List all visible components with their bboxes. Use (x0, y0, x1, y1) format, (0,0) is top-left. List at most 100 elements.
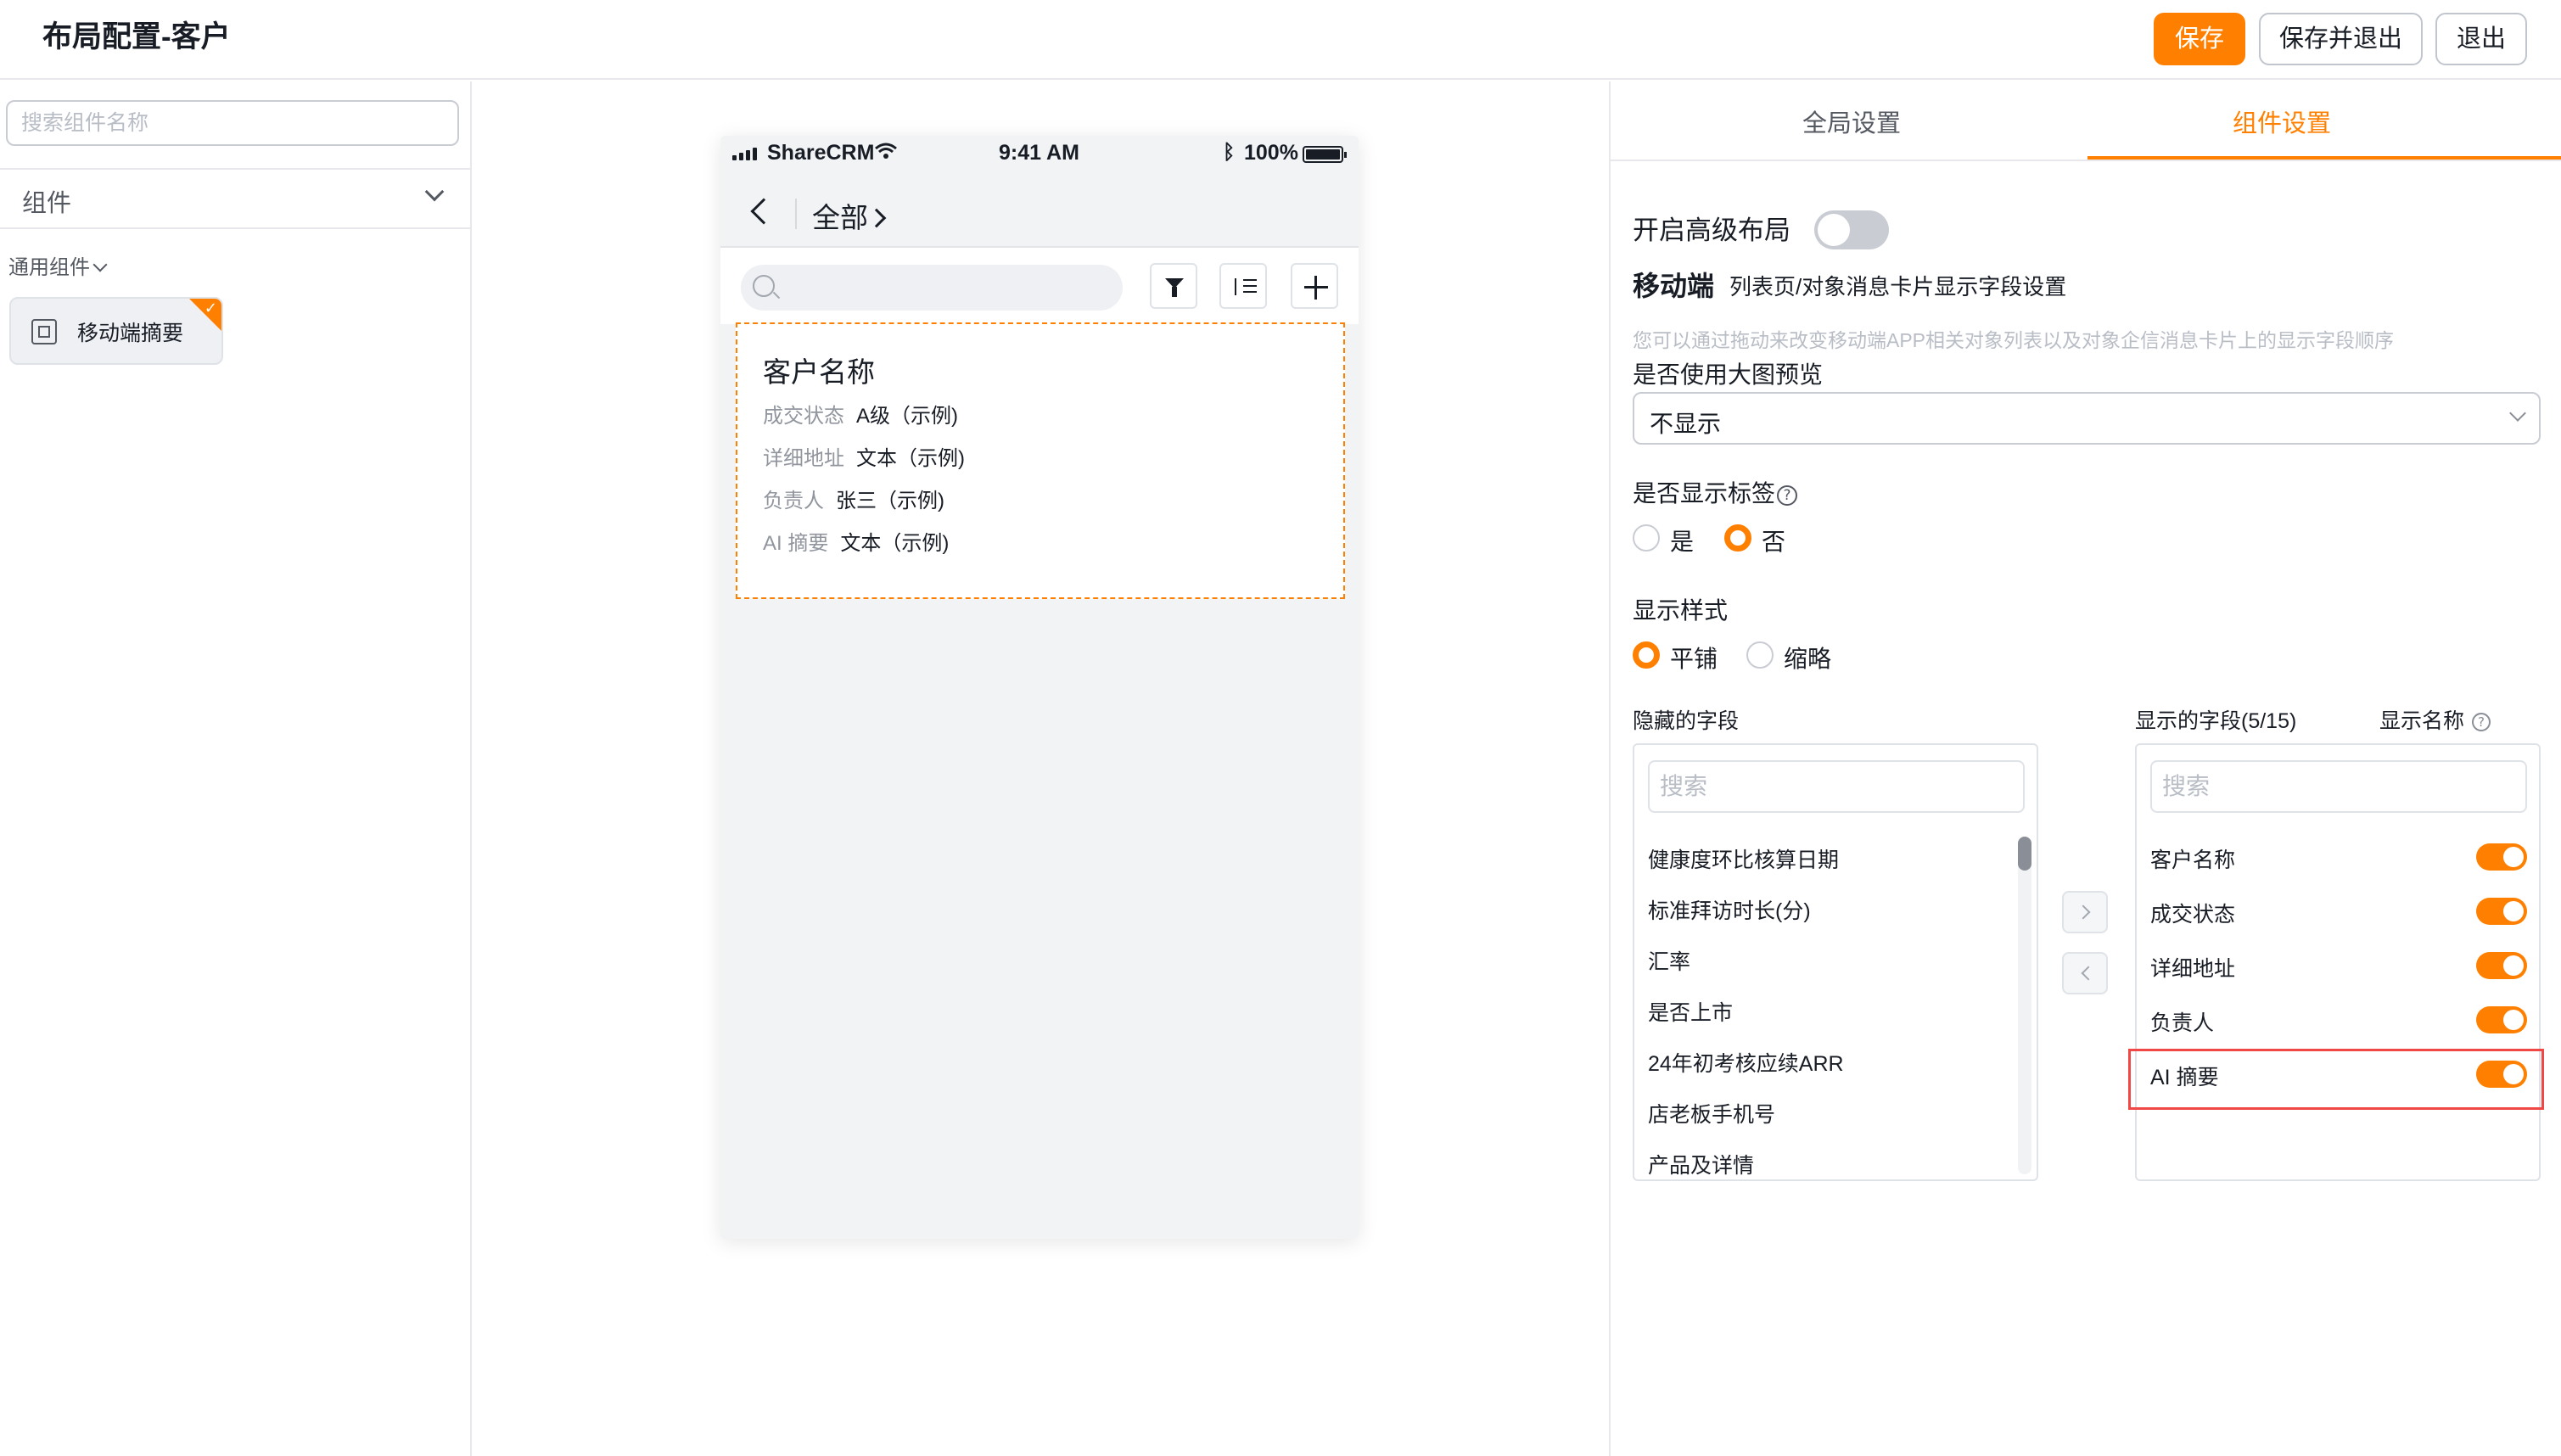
component-icon (31, 319, 57, 344)
filter-button (1150, 263, 1197, 309)
card-field-row: 成交状态 A级（示例) (763, 399, 958, 428)
display-style-label: 显示样式 (1633, 597, 1729, 624)
exit-button[interactable]: 退出 (2435, 13, 2527, 65)
nav-title: 全部 (812, 195, 887, 236)
shown-field-row[interactable]: 客户名称 (2137, 832, 2539, 886)
shown-field-label: 客户名称 (2150, 848, 2236, 872)
chevron-right-icon (2076, 904, 2091, 920)
shown-field-row[interactable]: 负责人 (2137, 994, 2539, 1049)
help-icon[interactable]: ? (2471, 713, 2491, 732)
radio-style-thumbnail[interactable] (1746, 641, 1774, 669)
divider (0, 227, 472, 229)
show-name-toggle[interactable] (2476, 898, 2527, 925)
list-item[interactable]: 健康度环比核算日期 (1648, 843, 1839, 874)
large-preview-select[interactable]: 不显示 (1633, 392, 2541, 445)
card-field-key: AI 摘要 (763, 532, 829, 555)
battery-icon (1303, 146, 1347, 163)
summary-card-preview[interactable]: 客户名称 成交状态 A级（示例) 详细地址 文本（示例) 负责人 张三（示例) AI … (736, 322, 1345, 599)
back-icon (750, 198, 777, 225)
filter-icon (1165, 278, 1184, 297)
add-button (1291, 263, 1338, 309)
chevron-down-icon (92, 257, 108, 272)
component-type-label: 组件 (22, 190, 72, 217)
toggle-knob (2503, 1010, 2524, 1030)
list-item[interactable]: 标准拜访时长(分) (1648, 894, 1811, 925)
card-field-row: 负责人 张三（示例) (763, 484, 944, 513)
large-preview-label: 是否使用大图预览 (1633, 361, 1824, 388)
list-item[interactable]: 是否上市 (1648, 996, 1733, 1027)
list-item[interactable]: 汇率 (1648, 945, 1690, 976)
radio-show-tags-no[interactable] (1724, 524, 1751, 552)
shown-fields-heading: 显示的字段(5/15) (2135, 709, 2297, 733)
card-field-row: 详细地址 文本（示例) (763, 441, 965, 471)
tab-component-settings[interactable]: 组件设置 (2233, 104, 2331, 139)
shown-field-row[interactable]: 详细地址 (2137, 940, 2539, 994)
save-button[interactable]: 保存 (2154, 13, 2245, 65)
help-icon[interactable]: ? (1777, 484, 1798, 506)
phone-nav-bar: 全部 (720, 170, 1359, 246)
component-group-toggle[interactable]: 通用组件 (8, 250, 108, 280)
highlight-frame (2128, 1049, 2544, 1110)
advanced-layout-label: 开启高级布局 (1633, 216, 1790, 245)
toggle-knob (2503, 901, 2524, 921)
carrier-name: ShareCRM (767, 141, 875, 165)
scrollbar[interactable] (2018, 837, 2031, 1174)
scrollbar-thumb[interactable] (2018, 837, 2031, 871)
component-card-mobile-summary[interactable]: 移动端摘要 ✓ (9, 297, 223, 365)
card-field-value: 文本（示例) (840, 532, 950, 555)
shown-fields-list: 客户名称 成交状态 详细地址 负责人 AI 摘要 (2135, 743, 2541, 1181)
nav-title-text: 全部 (812, 202, 868, 233)
large-preview-value: 不显示 (1650, 411, 1722, 437)
list-item[interactable]: 店老板手机号 (1648, 1098, 1775, 1128)
advanced-layout-toggle[interactable] (1814, 210, 1889, 249)
shown-field-label: 成交状态 (2150, 903, 2236, 927)
sort-icon (1233, 277, 1257, 297)
sort-button (1219, 263, 1267, 309)
radio-style-tile[interactable] (1633, 641, 1660, 669)
card-field-key: 成交状态 (763, 405, 844, 428)
settings-tabs: 全局设置 组件设置 (1611, 81, 2561, 161)
mobile-section-subtitle: 列表页/对象消息卡片显示字段设置 (1729, 274, 2067, 300)
check-icon: ✓ (204, 300, 217, 317)
move-right-button[interactable] (2062, 891, 2108, 933)
tab-global-settings[interactable]: 全局设置 (1802, 104, 1901, 139)
show-name-heading-text: 显示名称 (2379, 709, 2465, 733)
card-field-value: A级（示例) (856, 405, 958, 428)
show-name-toggle[interactable] (2476, 952, 2527, 979)
shown-fields-search-input[interactable] (2150, 760, 2527, 813)
show-name-toggle[interactable] (2476, 1006, 2527, 1033)
card-field-row: AI 摘要 文本（示例) (763, 526, 949, 556)
show-name-toggle[interactable] (2476, 843, 2527, 871)
bluetooth-icon: ᛒ (1223, 140, 1236, 164)
shown-field-row[interactable]: 成交状态 (2137, 886, 2539, 940)
active-tab-indicator (2087, 156, 2561, 160)
mobile-section-title: 移动端 (1633, 271, 1715, 301)
chevron-right-icon (866, 208, 887, 228)
save-and-exit-button[interactable]: 保存并退出 (2259, 13, 2423, 65)
toggle-knob (2503, 847, 2524, 867)
shown-field-label: 负责人 (2150, 1011, 2215, 1035)
card-field-key: 负责人 (763, 490, 824, 512)
phone-search-box (741, 265, 1123, 311)
radio-label: 缩略 (1784, 646, 1832, 672)
component-type-select[interactable]: 组件 (0, 170, 472, 226)
phone-preview: ShareCRM 9:41 AM ᛒ 100% 全部 客户名称 成交状态 A级（示 (720, 136, 1359, 1239)
list-item[interactable]: 产品及详情 (1648, 1149, 1754, 1179)
component-search-input[interactable] (6, 100, 459, 146)
search-icon (753, 275, 775, 297)
show-name-heading: 显示名称 ? (2379, 704, 2491, 735)
phone-toolbar (720, 248, 1359, 324)
hidden-fields-heading: 隐藏的字段 (1633, 709, 1740, 733)
list-item[interactable]: 24年初考核应续ARR (1648, 1047, 1844, 1078)
move-left-button[interactable] (2062, 952, 2108, 994)
card-title: 客户名称 (763, 356, 875, 388)
phone-status-bar: ShareCRM 9:41 AM ᛒ 100% (720, 136, 1359, 170)
drag-order-hint: 您可以通过拖动来改变移动端APP相关对象列表以及对象企信消息卡片上的显示字段顺序 (1633, 329, 2395, 351)
radio-show-tags-yes[interactable] (1633, 524, 1660, 552)
card-field-key: 详细地址 (763, 447, 844, 470)
radio-label: 平铺 (1670, 646, 1718, 672)
hidden-fields-search-input[interactable] (1648, 760, 2025, 813)
chevron-down-icon (424, 182, 445, 202)
shown-field-label: 详细地址 (2150, 957, 2236, 981)
status-time: 9:41 AM (999, 141, 1079, 165)
